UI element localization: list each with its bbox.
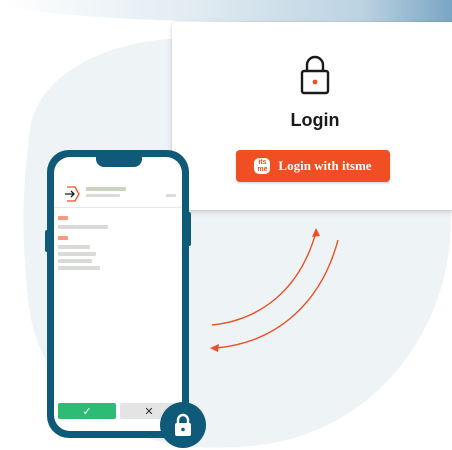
phone-mockup: ✓ ✕ [47,150,189,438]
login-card: Login its me Login with itsme [172,22,452,210]
itsme-logo-icon: its me [254,158,271,174]
content-line-placeholder [58,266,100,270]
app-title-placeholder [86,187,126,191]
lock-badge [160,402,206,448]
checkmark-icon: ✓ [82,405,92,418]
arrow-icon [215,239,339,349]
flow-arrows [210,228,339,352]
confirm-button[interactable]: ✓ [58,403,116,419]
login-with-itsme-button[interactable]: its me Login with itsme [236,150,390,182]
header-swoosh [0,0,452,22]
content-label-placeholder [58,216,68,220]
close-icon: ✕ [144,405,154,418]
app-logo-icon [65,186,80,202]
header-meta-placeholder [166,194,176,197]
arrow-icon [312,228,320,237]
content-line-placeholder [58,245,90,249]
app-header [54,183,182,208]
login-title: Login [290,110,340,130]
phone-screen: ✓ ✕ [54,157,182,431]
login-button-label: Login with itsme [278,158,372,173]
arrow-icon [211,231,317,326]
phone-notch [96,157,142,167]
content-line-placeholder [58,225,108,229]
itsme-logo-text: its me [257,159,268,173]
lock-icon [175,413,191,436]
content-line-placeholder [58,259,92,263]
content-line-placeholder [58,252,96,256]
app-subtitle-placeholder [86,194,120,197]
content-label-placeholder [58,236,68,240]
arrow-icon [210,344,219,352]
padlock-icon [300,55,330,95]
